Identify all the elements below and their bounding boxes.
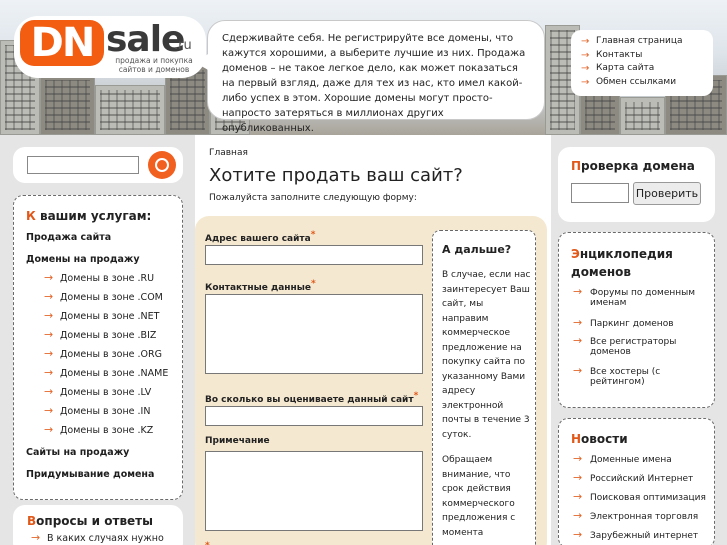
domain-zone-com[interactable]: Домены в зоне .COM (44, 291, 163, 304)
qa-title: Вопросы и ответы (27, 514, 153, 528)
news-link-runet[interactable]: Российский Интернет (573, 473, 709, 484)
nav-contacts[interactable]: Контакты (581, 49, 709, 63)
note-textarea[interactable] (205, 451, 423, 531)
building-bg (620, 97, 665, 135)
domain-zone-name[interactable]: Домены в зоне .NAME (44, 367, 168, 380)
domain-zone-lv[interactable]: Домены в зоне .LV (44, 386, 151, 399)
breadcrumb[interactable]: Главная (209, 148, 248, 158)
address-label: Адрес вашего сайта* (205, 230, 316, 244)
top-nav: Главная страница Контакты Карта сайта Об… (571, 30, 713, 96)
site-logo[interactable]: DN sale .ru продажа и покупка сайтов и д… (14, 16, 206, 78)
domain-zone-ru[interactable]: Домены в зоне .RU (44, 272, 154, 285)
service-sell-site[interactable]: Продажа сайта (26, 232, 111, 244)
search-icon[interactable] (148, 151, 176, 179)
domain-check-title: Проверка домена (571, 159, 695, 173)
news-link-foreign[interactable]: Зарубежный интернет (573, 530, 709, 541)
encyclopedia-link-hosters[interactable]: Все хостеры (с рейтингом) (573, 366, 709, 387)
building-bg (580, 90, 620, 135)
price-label: Во сколько вы оцениваете данный сайт* (205, 391, 419, 405)
qa-item[interactable]: В каких случаях нужно (31, 532, 164, 545)
logo-dn: DN (20, 20, 104, 66)
service-sites-for-sale[interactable]: Сайты на продажу (26, 447, 129, 459)
building-bg (40, 75, 95, 135)
price-input[interactable] (205, 406, 423, 426)
news-link-seo[interactable]: Поисковая оптимизация (573, 492, 709, 503)
domain-zone-kz[interactable]: Домены в зоне .KZ (44, 424, 153, 437)
next-steps-text: В случае, если нас заинтересует Ваш сайт… (442, 270, 531, 440)
encyclopedia-link-parking[interactable]: Паркинг доменов (573, 318, 709, 329)
search-input[interactable] (27, 156, 139, 174)
sell-site-form: Адрес вашего сайта* Контактные данные* В… (195, 216, 547, 545)
encyclopedia-panel: Энциклопедия доменов Форумы по доменным … (558, 232, 715, 408)
note-label: Примечание (205, 436, 270, 446)
news-link-domains[interactable]: Доменные имена (573, 454, 709, 465)
service-domains-for-sale[interactable]: Домены на продажу (26, 254, 140, 266)
service-domain-naming[interactable]: Придумывание домена (26, 469, 154, 481)
services-title: К вашим услугам: (26, 209, 152, 223)
services-panel: К вашим услугам: Продажа сайта Домены на… (13, 195, 183, 500)
news-link-ecommerce[interactable]: Электронная торговля (573, 511, 709, 522)
logo-tagline: продажа и покупка сайтов и доменов (115, 56, 193, 74)
contacts-label: Контактные данные* (205, 279, 316, 293)
check-button[interactable]: Проверить (633, 182, 701, 205)
domain-zone-net[interactable]: Домены в зоне .NET (44, 310, 159, 323)
building-bg (95, 85, 165, 135)
header: DN sale .ru продажа и покупка сайтов и д… (0, 0, 727, 135)
nav-sitemap[interactable]: Карта сайта (581, 62, 709, 76)
news-title: Новости (571, 432, 628, 446)
logo-tld: .ru (174, 38, 192, 53)
encyclopedia-link-forums[interactable]: Форумы по доменным именам (573, 287, 709, 308)
domain-check-input[interactable] (571, 183, 629, 203)
main-content: Главная Хотите продать ваш сайт? Пожалуй… (195, 135, 551, 545)
next-steps-title: А дальше? (442, 243, 512, 256)
news-panel: Новости Доменные имена Российский Интерн… (558, 418, 715, 545)
encyclopedia-title: Энциклопедия доменов (571, 247, 673, 279)
contacts-textarea[interactable] (205, 294, 423, 374)
site-address-input[interactable] (205, 245, 423, 265)
next-steps-box: А дальше? В случае, если нас заинтересуе… (432, 230, 536, 545)
domain-zone-in[interactable]: Домены в зоне .IN (44, 405, 150, 418)
form-hint: Пожалуйста заполните следующую форму: (209, 193, 417, 203)
qa-panel: Вопросы и ответы В каких случаях нужно (13, 505, 183, 545)
nav-link-exchange[interactable]: Обмен ссылками (581, 76, 709, 90)
quote-bubble: Сдерживайте себя. Не регистрируйте все д… (194, 20, 545, 134)
next-label: * (205, 540, 210, 545)
domain-zone-biz[interactable]: Домены в зоне .BIZ (44, 329, 156, 342)
page-title: Хотите продать ваш сайт? (209, 165, 463, 186)
encyclopedia-link-registrars[interactable]: Все регистраторы доменов (573, 336, 709, 357)
nav-home[interactable]: Главная страница (581, 35, 709, 49)
domain-zone-org[interactable]: Домены в зоне .ORG (44, 348, 162, 361)
domain-check-panel: Проверка домена Проверить (558, 147, 715, 222)
search-panel (13, 147, 183, 183)
notice-text: Обращаем внимание, что срок действия ком… (442, 455, 516, 538)
